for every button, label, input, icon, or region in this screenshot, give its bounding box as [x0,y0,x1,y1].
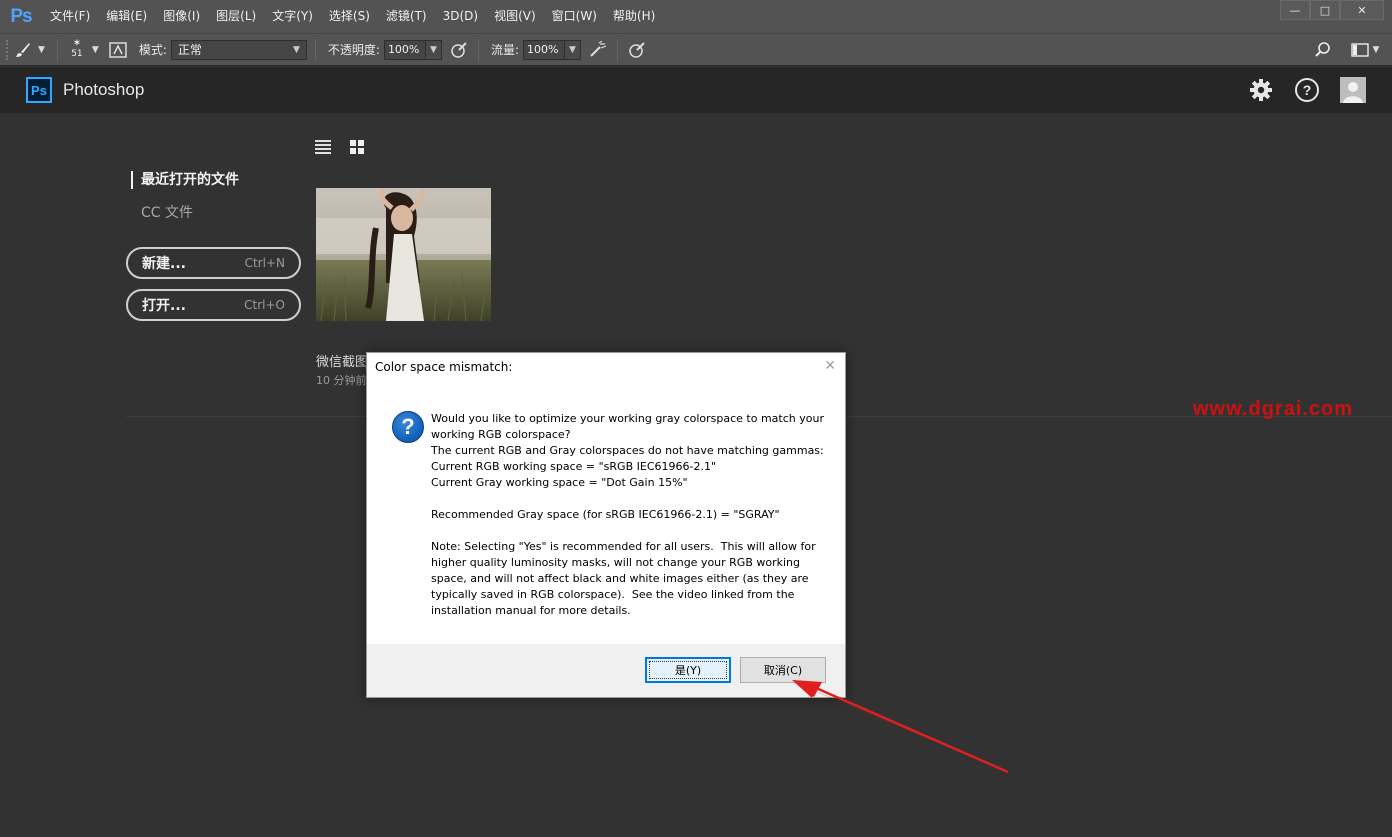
options-bar-right: ▼ [1312,39,1382,61]
brush-size: 51 [71,49,83,59]
maximize-button[interactable]: □ [1310,0,1340,20]
close-icon[interactable]: ✕ [824,358,836,374]
toolbar-separator [56,38,58,61]
menu-3d[interactable]: 3D(D) [435,0,486,33]
mode-label: 模式: [138,43,167,57]
open-button-label: 打开... [142,298,186,314]
toolbar-separator [314,38,316,61]
cancel-button[interactable]: 取消(C) [740,657,826,683]
dialog-footer: 是(Y) 取消(C) [367,644,845,697]
mode-select[interactable]: 正常 ▼ [170,39,307,60]
color-space-dialog: Color space mismatch: ✕ ? Would you like… [366,352,846,698]
list-view-icon[interactable] [314,138,332,156]
menu-file[interactable]: 文件(F) [42,0,98,33]
airbrush-icon[interactable] [587,39,609,61]
menu-layer[interactable]: 图层(L) [208,0,264,33]
new-button-shortcut: Ctrl+N [244,256,285,270]
workspace-icon[interactable]: ▼ [1348,39,1382,61]
svg-text:?: ? [1303,82,1312,98]
toolbar-separator [616,38,618,61]
menu-window[interactable]: 窗口(W) [544,0,605,33]
search-icon[interactable] [1312,39,1334,61]
app-logo[interactable]: Ps [0,0,42,33]
new-document-button[interactable]: 新建... Ctrl+N [126,247,301,279]
brush-panel-icon[interactable] [107,39,129,61]
chevron-down-icon[interactable]: ▼ [92,45,99,55]
menu-select[interactable]: 选择(S) [321,0,378,33]
nav-cc-files[interactable]: CC 文件 [141,202,193,222]
question-icon: ? [392,411,424,443]
watermark-text: www.dgrai.com [1193,398,1354,420]
chevron-down-icon: ▼ [292,44,300,55]
close-button[interactable]: ✕ [1340,0,1384,20]
pressure-size-icon[interactable] [626,39,648,61]
avatar[interactable] [1340,77,1366,103]
menu-type[interactable]: 文字(Y) [264,0,321,33]
yes-button[interactable]: 是(Y) [645,657,731,683]
open-document-button[interactable]: 打开... Ctrl+O [126,289,301,321]
recent-file-thumbnail[interactable] [316,188,491,321]
menu-bar: Ps 文件(F) 编辑(E) 图像(I) 图层(L) 文字(Y) 选择(S) 滤… [0,0,1392,33]
opacity-input[interactable]: 100% [383,39,426,60]
toolbar-separator [477,38,479,61]
menu-filter[interactable]: 滤镜(T) [378,0,435,33]
brush-preset-picker[interactable]: ✶ 51 [66,39,88,60]
flow-label: 流量: [490,43,519,57]
opacity-dropdown[interactable]: ▼ [425,39,442,60]
recent-file-name[interactable]: 微信截图 [316,351,368,370]
dialog-title: Color space mismatch: [375,360,513,374]
start-workspace-header: Ps Photoshop ? [0,67,1392,113]
brush-dot-icon: ✶ [72,38,82,49]
header-icons: ? [1248,77,1366,103]
workspace-title: Photoshop [63,80,145,99]
menu-view[interactable]: 视图(V) [486,0,544,33]
menu-edit[interactable]: 编辑(E) [98,0,155,33]
photoshop-logo: Ps [26,77,52,103]
flow-dropdown[interactable]: ▼ [564,39,581,60]
options-bar: ▼ ✶ 51 ▼ 模式: 正常 ▼ 不透明度: 100% ▼ 流量: 100% … [0,33,1392,66]
new-button-label: 新建... [142,256,186,272]
dialog-message: Would you like to optimize your working … [431,412,824,617]
flow-input[interactable]: 100% [522,39,565,60]
minimize-button[interactable]: — [1280,0,1310,20]
help-icon[interactable]: ? [1294,77,1320,103]
opacity-label: 不透明度: [327,43,380,57]
mode-value: 正常 [177,43,202,57]
menu-help[interactable]: 帮助(H) [605,0,663,33]
gear-icon[interactable] [1248,77,1274,103]
brush-tool-icon[interactable] [12,39,34,61]
pressure-opacity-icon[interactable] [448,39,470,61]
grid-view-icon[interactable] [348,138,366,156]
menu-image[interactable]: 图像(I) [155,0,208,33]
nav-recent-files[interactable]: 最近打开的文件 [131,171,239,189]
chevron-down-icon[interactable]: ▼ [38,45,45,55]
recent-file-time: 10 分钟前 [316,374,367,387]
open-button-shortcut: Ctrl+O [244,298,285,312]
window-controls: — □ ✕ [1280,0,1384,20]
